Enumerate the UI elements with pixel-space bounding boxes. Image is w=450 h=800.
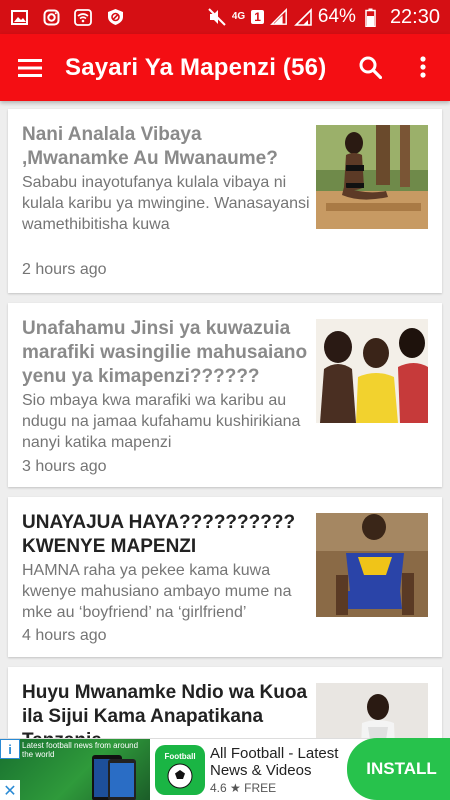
- article-text: UNAYAJUA HAYA?????????? KWENYE MAPENZI H…: [22, 511, 310, 623]
- ad-app-icon-label: Football: [164, 751, 196, 761]
- ad-close-icon[interactable]: ✕: [0, 780, 20, 800]
- article-text: Huyu Mwanamke Ndio wa Kuoa ila Sijui Kam…: [22, 681, 310, 738]
- article-title: Nani Analala Vibaya ,Mwanamke Au Mwanaum…: [22, 124, 278, 169]
- ad-title: All Football - Latest News & Videos: [210, 745, 339, 779]
- signal-icon: [269, 8, 288, 26]
- article-time: 4 hours ago: [22, 627, 107, 644]
- status-bar: 4G 1 64% 22:30: [0, 0, 450, 34]
- article-title: Huyu Mwanamke Ndio wa Kuoa ila Sijui Kam…: [22, 682, 308, 738]
- vpn-icon: [106, 8, 124, 26]
- more-vertical-icon: [420, 56, 426, 78]
- mute-icon: [208, 8, 226, 26]
- ad-rating: 4.6 ★ FREE: [210, 781, 276, 795]
- ad-info-icon[interactable]: i: [0, 739, 20, 759]
- article-snippet: Sababu inayotufanya kulala vibaya ni kul…: [22, 174, 310, 233]
- article-title: Unafahamu Jinsi ya kuwazuia marafiki was…: [22, 318, 308, 387]
- battery-icon: [362, 8, 380, 27]
- article-thumbnail[interactable]: [316, 513, 428, 617]
- app-bar: Sayari Ya Mapenzi (56): [0, 34, 450, 101]
- menu-button[interactable]: [0, 34, 60, 101]
- article-time: 3 hours ago: [22, 458, 107, 475]
- article-text: Unafahamu Jinsi ya kuwazuia marafiki was…: [22, 317, 310, 453]
- ad-price: FREE: [244, 781, 277, 795]
- star-icon: ★: [230, 781, 241, 795]
- article-card[interactable]: Nani Analala Vibaya ,Mwanamke Au Mwanaum…: [8, 109, 442, 293]
- gallery-icon: [10, 8, 28, 26]
- article-thumbnail[interactable]: [316, 319, 428, 423]
- search-button[interactable]: [350, 46, 390, 88]
- clock: 22:30: [389, 5, 440, 28]
- battery-percent: 64%: [317, 6, 356, 27]
- install-button[interactable]: INSTALL: [347, 738, 450, 800]
- wifi-app-icon: [74, 8, 92, 26]
- ad-banner-image[interactable]: Latest football news from around the wor…: [0, 739, 150, 800]
- overflow-menu-button[interactable]: [405, 46, 441, 88]
- article-feed[interactable]: Nani Analala Vibaya ,Mwanamke Au Mwanaum…: [0, 101, 450, 738]
- football-icon: [167, 763, 193, 788]
- article-time: 2 hours ago: [22, 261, 107, 278]
- search-icon: [359, 56, 382, 79]
- app-title: Sayari Ya Mapenzi (56): [65, 53, 327, 81]
- menu-icon: [18, 58, 42, 77]
- ad-rating-value: 4.6: [210, 781, 227, 795]
- article-snippet: Sio mbaya kwa marafiki wa karibu au ndug…: [22, 392, 301, 451]
- article-card[interactable]: Unafahamu Jinsi ya kuwazuia marafiki was…: [8, 303, 442, 487]
- article-thumbnail[interactable]: [316, 683, 428, 738]
- article-snippet: HAMNA raha ya pekee kama kuwa kwenye mah…: [22, 562, 292, 621]
- article-card[interactable]: Huyu Mwanamke Ndio wa Kuoa ila Sijui Kam…: [8, 667, 442, 738]
- network-type: 4G: [231, 11, 246, 22]
- signal-icon-2: [293, 8, 312, 26]
- sim-indicator: 1: [251, 10, 264, 24]
- instagram-icon: [42, 8, 60, 26]
- article-card[interactable]: UNAYAJUA HAYA?????????? KWENYE MAPENZI H…: [8, 497, 442, 657]
- ad-app-icon[interactable]: Football: [155, 745, 205, 795]
- article-thumbnail[interactable]: [316, 125, 428, 229]
- article-title: UNAYAJUA HAYA?????????? KWENYE MAPENZI: [22, 512, 296, 557]
- system-indicators: 4G 1 64% 22:30: [208, 6, 440, 29]
- article-text: Nani Analala Vibaya ,Mwanamke Au Mwanaum…: [22, 123, 310, 235]
- notification-icons: [10, 8, 124, 26]
